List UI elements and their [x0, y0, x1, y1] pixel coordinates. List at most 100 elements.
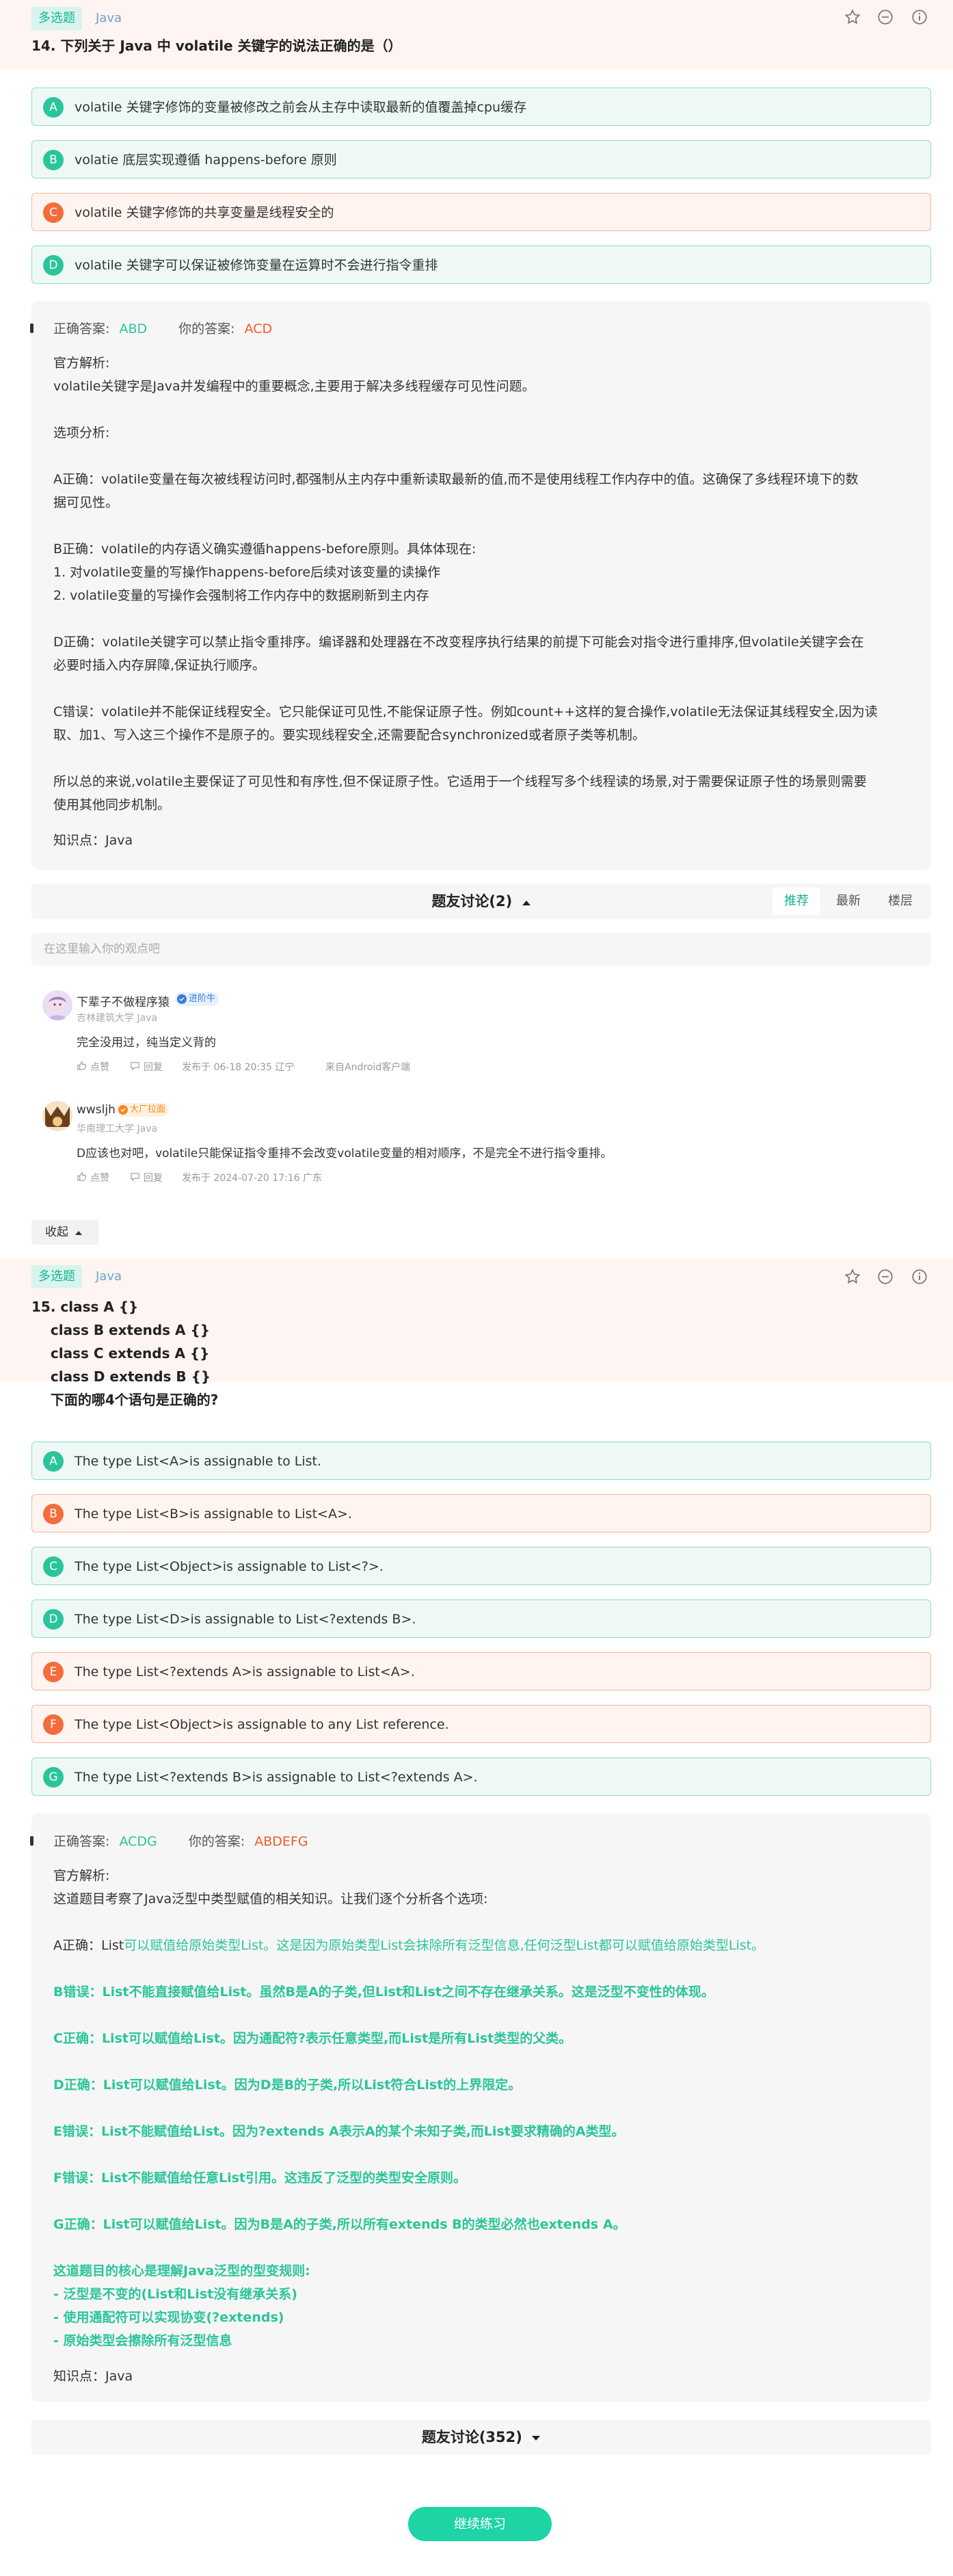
- reply-button[interactable]: 回复: [144, 1060, 163, 1074]
- discussion-title: 题友讨论(352): [421, 2429, 522, 2445]
- star-icon[interactable]: [844, 8, 861, 26]
- commenter-name[interactable]: 下辈子不做程序猿: [77, 992, 170, 1009]
- commenter-school: 吉林建筑大学 Java: [77, 1013, 158, 1024]
- analysis-line: C正确：List可以赋值给List。因为通配符?表示任意类型,而List是所有L…: [53, 2031, 572, 2046]
- reply-button[interactable]: 回复: [144, 1171, 163, 1184]
- knowledge-point: 知识点：Java: [53, 833, 133, 848]
- q15-option-g[interactable]: G The type List<?extends B>is assignable…: [31, 1757, 931, 1796]
- option-text: volatie 底层实现遵循 happens-before 原则: [75, 152, 337, 168]
- star-icon[interactable]: [844, 1268, 861, 1286]
- q15-topic-tag[interactable]: Java: [96, 1265, 122, 1288]
- q14-type-tag: 多选题: [31, 7, 82, 30]
- option-text: The type List<Object>is assignable to an…: [75, 1717, 449, 1732]
- analysis-summary: 这道题目的核心是理解Java泛型的型变规则:: [53, 2263, 310, 2279]
- comment-input[interactable]: 在这里输入你的观点吧: [31, 933, 931, 966]
- collapse-button[interactable]: 收起: [31, 1220, 98, 1245]
- option-text: volatile 关键字可以保证被修饰变量在运算时不会进行指令重排: [75, 258, 438, 273]
- q15-option-b[interactable]: B The type List<B>is assignable to List<…: [31, 1494, 931, 1532]
- option-letter: D: [43, 1609, 64, 1630]
- q14-discussion-bar: 题友讨论(2) 推荐 最新 楼层: [31, 884, 931, 919]
- analysis-line: E错误：List不能赋值给List。因为?extends A表示A的某个未知子类…: [53, 2124, 625, 2139]
- user-badge: 进阶牛: [175, 992, 219, 1006]
- q14-analysis: 正确答案: ABD 你的答案: ACD 官方解析: volatile关键字是Ja…: [30, 301, 931, 870]
- analysis-line: B错误：List不能直接赋值给List。虽然B是A的子类,但List和List之…: [53, 1984, 714, 2000]
- comment-icon[interactable]: [130, 1061, 140, 1071]
- q15-option-f[interactable]: F The type List<Object>is assignable to …: [31, 1705, 931, 1743]
- option-text: volatile 关键字修饰的共享变量是线程安全的: [75, 205, 334, 220]
- q14-topic-tag[interactable]: Java: [96, 7, 122, 30]
- user-badge-label: 进阶牛: [189, 994, 216, 1004]
- comment-meta: 点赞 回复 发布于 2024-07-20 17:16 广东: [77, 1171, 487, 1184]
- option-letter: C: [43, 202, 64, 223]
- q15-title-line: class C extends A {}: [31, 1345, 210, 1362]
- q15-analysis: 正确答案: ACDG 你的答案: ABDEFG 官方解析: 这道题目考察了Jav…: [30, 1814, 931, 2402]
- discussion-toggle[interactable]: 题友讨论(352): [31, 2419, 931, 2455]
- like-icon[interactable]: [77, 1171, 87, 1182]
- continue-practice-button[interactable]: 继续练习: [408, 2507, 552, 2541]
- analysis-a-rest: 可以赋值给原始类型List。这是因为原始类型List会抹除所有泛型信息,任何泛型…: [124, 1938, 765, 1953]
- avatar[interactable]: [42, 1101, 72, 1131]
- analysis-line: 必要时插入内存屏障,保证执行顺序。: [53, 658, 266, 673]
- knowledge-point: 知识点：Java: [53, 2369, 133, 2384]
- sort-tab-floor[interactable]: 楼层: [876, 888, 924, 915]
- q15-title-line: class D extends B {}: [31, 1368, 211, 1385]
- sort-tab-recommend[interactable]: 推荐: [773, 888, 820, 915]
- verified-icon: [177, 994, 187, 1004]
- minus-circle-icon[interactable]: [876, 8, 894, 26]
- option-letter: F: [43, 1714, 64, 1735]
- chevron-down-icon: [532, 2436, 541, 2441]
- avatar[interactable]: [42, 990, 72, 1020]
- q14-option-c[interactable]: C volatile 关键字修饰的共享变量是线程安全的: [31, 193, 931, 231]
- correct-answer: ABD: [119, 321, 148, 336]
- user-badge: 大厂拉面: [116, 1103, 170, 1117]
- chevron-up-icon: [522, 901, 531, 905]
- comment-meta: 点赞 回复 发布于 06-18 20:35 辽宁 来自Android客户端: [77, 1060, 487, 1074]
- q14-option-a[interactable]: A volatile 关键字修饰的变量被修改之前会从主存中读取最新的值覆盖掉cp…: [31, 88, 931, 126]
- q15-type-tag: 多选题: [31, 1265, 82, 1288]
- q14-header: 多选题 Java 14. 下列关于 Java 中 volatile 关键字的说法…: [0, 0, 953, 70]
- info-icon[interactable]: [911, 8, 928, 26]
- option-letter: B: [43, 150, 64, 170]
- minus-circle-icon[interactable]: [876, 1268, 894, 1286]
- option-text: The type List<?extends B>is assignable t…: [75, 1770, 478, 1785]
- q15-option-e[interactable]: E The type List<?extends A>is assignable…: [31, 1652, 931, 1690]
- analysis-line: A正确：volatile变量在每次被线程访问时,都强制从主内存中重新读取最新的值…: [53, 472, 859, 487]
- q15-title-line: 下面的哪4个语句是正确的?: [31, 1392, 219, 1408]
- verified-icon: [118, 1105, 128, 1115]
- analysis-line: 官方解析:: [53, 1868, 110, 1883]
- option-letter: A: [43, 1451, 64, 1472]
- q15-discussion-bar: 题友讨论(352): [31, 2419, 931, 2455]
- analysis-line: 所以总的来说,volatile主要保证了可见性和有序性,但不保证原子性。它适用于…: [53, 774, 867, 789]
- like-button[interactable]: 点赞: [90, 1171, 109, 1184]
- analysis-line: B正确：volatile的内存语义确实遵循happens-before原则。具体…: [53, 542, 476, 557]
- q14-option-d[interactable]: D volatile 关键字可以保证被修饰变量在运算时不会进行指令重排: [31, 245, 931, 284]
- q15-option-d[interactable]: D The type List<D>is assignable to List<…: [31, 1599, 931, 1638]
- info-icon[interactable]: [911, 1268, 928, 1286]
- analysis-line: D正确：List可以赋值给List。因为D是B的子类,所以List符合List的…: [53, 2077, 522, 2093]
- q15-option-c[interactable]: C The type List<Object>is assignable to …: [31, 1547, 931, 1585]
- sort-tab-latest[interactable]: 最新: [824, 888, 872, 915]
- like-icon[interactable]: [77, 1061, 87, 1071]
- commenter-name[interactable]: wwsljh: [77, 1103, 116, 1117]
- like-button[interactable]: 点赞: [90, 1060, 109, 1074]
- q15-option-a[interactable]: A The type List<A>is assignable to List.: [31, 1442, 931, 1480]
- option-text: volatile 关键字修饰的变量被修改之前会从主存中读取最新的值覆盖掉cpu缓…: [75, 100, 527, 115]
- analysis-summary: - 原始类型会擦除所有泛型信息: [53, 2333, 232, 2348]
- comment-time: 发布于 06-18 20:35 辽宁: [182, 1062, 295, 1073]
- user-badge-label: 大厂拉面: [130, 1104, 166, 1115]
- q14-option-b[interactable]: B volatie 底层实现遵循 happens-before 原则: [31, 140, 931, 178]
- analysis-line: 官方解析:: [53, 356, 110, 371]
- collapse-label: 收起: [45, 1225, 68, 1239]
- your-answer-label: 你的答案:: [188, 1834, 245, 1849]
- analysis-summary: - 使用通配符可以实现协变(?extends): [53, 2310, 284, 2325]
- bullet-marker: [30, 323, 33, 333]
- analysis-line: 选项分析:: [53, 425, 110, 440]
- option-letter: G: [43, 1767, 64, 1788]
- analysis-line: 使用其他同步机制。: [53, 797, 171, 812]
- analysis-line: F错误：List不能赋值给任意List引用。这违反了泛型的类型安全原则。: [53, 2170, 467, 2186]
- analysis-line: 取、加1、写入这三个操作不是原子的。要实现线程安全,还需要配合synchroni…: [53, 728, 645, 743]
- analysis-a-prefix: A正确：List: [53, 1938, 124, 1953]
- comment-icon[interactable]: [130, 1171, 140, 1182]
- option-text: The type List<Object>is assignable to Li…: [75, 1559, 384, 1574]
- option-text: The type List<A>is assignable to List.: [75, 1454, 322, 1469]
